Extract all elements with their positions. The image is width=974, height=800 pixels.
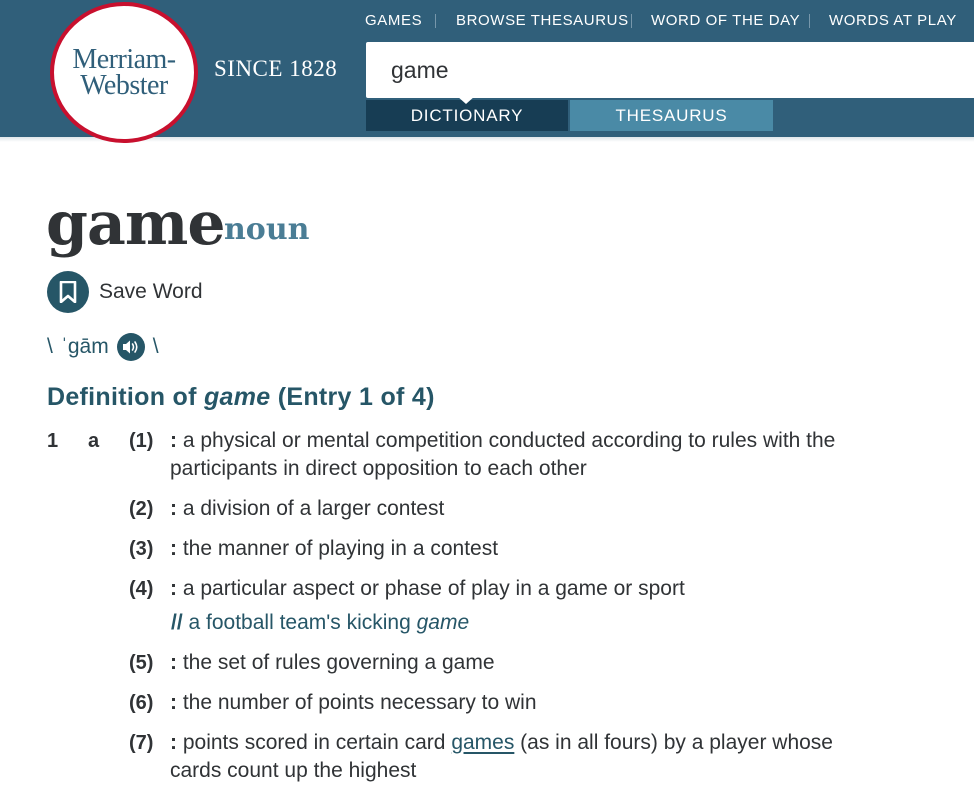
subsense-number: (3) [129, 538, 154, 560]
bookmark-icon [47, 271, 89, 313]
tab-dictionary[interactable]: DICTIONARY [366, 100, 568, 131]
tab-thesaurus[interactable]: THESAURUS [570, 100, 773, 131]
definition-heading: Definition of game (Entry 1 of 4) [47, 383, 435, 412]
definition-line-2: cards count up the highest [170, 759, 417, 782]
usage-example: // a football team's kicking game [171, 611, 469, 635]
definition-line-1: the set of rules governing a game [182, 651, 495, 674]
pron-open-slash: \ [47, 335, 53, 358]
headword: game [46, 189, 225, 259]
pron-close-slash: \ [152, 335, 159, 358]
def-heading-suffix: (Entry 1 of 4) [270, 383, 435, 411]
def-heading-word: game [203, 383, 271, 411]
nav-words-at-play[interactable]: WORDS AT PLAY [829, 12, 957, 29]
active-tab-caret [457, 96, 475, 104]
definition-text: : a division of a larger contest [170, 497, 445, 520]
definition-line-1-end: (as in all fours) by a player whose [514, 731, 833, 754]
definition-line-1: a division of a larger contest [182, 497, 445, 520]
part-of-speech[interactable]: noun [224, 212, 309, 247]
logo-line-2: Webster [80, 69, 168, 101]
subsense-number: (1) [129, 430, 154, 452]
merriam-webster-logo[interactable]: Merriam- Webster [50, 2, 198, 143]
nav-word-of-the-day[interactable]: WORD OF THE DAY [651, 12, 800, 29]
games-link[interactable]: games [451, 731, 514, 754]
example-text: a football team's kicking [182, 611, 417, 634]
subsense-number: (2) [129, 498, 154, 520]
nav-divider [631, 14, 632, 28]
logo-line-1: Merriam- [72, 43, 176, 75]
search-input[interactable] [366, 42, 974, 98]
sense-letter: a [88, 430, 100, 452]
nav-divider [809, 14, 810, 28]
top-nav: GAMES BROWSE THESAURUS WORD OF THE DAY W… [350, 12, 974, 30]
definition-text: : the number of points necessary to win [170, 691, 537, 714]
audio-speaker-icon[interactable] [116, 333, 145, 361]
subsense-number: (7) [129, 732, 154, 754]
subsense-number: (6) [129, 692, 154, 714]
pronunciation: \ ˈgām \ [47, 333, 159, 361]
definition-line-1: a physical or mental competition conduct… [182, 429, 836, 452]
definition-text: : the set of rules governing a game [170, 651, 495, 674]
definition-line-1: the number of points necessary to win [182, 691, 537, 714]
subsense-number: (5) [129, 652, 154, 674]
definition-text: : points scored in certain card games (a… [170, 731, 833, 782]
definition-text: : the manner of playing in a contest [170, 537, 499, 560]
definition-line-1: points scored in certain card [182, 731, 452, 754]
definition-line-1: the manner of playing in a contest [182, 537, 499, 560]
nav-divider [435, 14, 436, 28]
def-heading-prefix: Definition of [47, 383, 204, 411]
definition-text: : a particular aspect or phase of play i… [170, 577, 685, 600]
definition-line-2: participants in direct opposition to eac… [170, 457, 587, 480]
example-marker: // [171, 611, 183, 634]
example-word: game [416, 611, 470, 634]
nav-games[interactable]: GAMES [365, 12, 422, 29]
definition-line-1: a particular aspect or phase of play in … [182, 577, 685, 600]
definition-text: : a physical or mental competition condu… [170, 429, 836, 480]
save-word-button[interactable]: Save Word [47, 271, 203, 313]
save-word-label: Save Word [99, 280, 203, 303]
search-box[interactable] [366, 42, 974, 98]
sense-number: 1 [47, 430, 59, 452]
subsense-number: (4) [129, 578, 154, 600]
since-1828-tagline: SINCE 1828 [214, 56, 338, 81]
nav-browse-thesaurus[interactable]: BROWSE THESAURUS [456, 12, 629, 29]
pronunciation-text: ˈgām [60, 335, 109, 358]
